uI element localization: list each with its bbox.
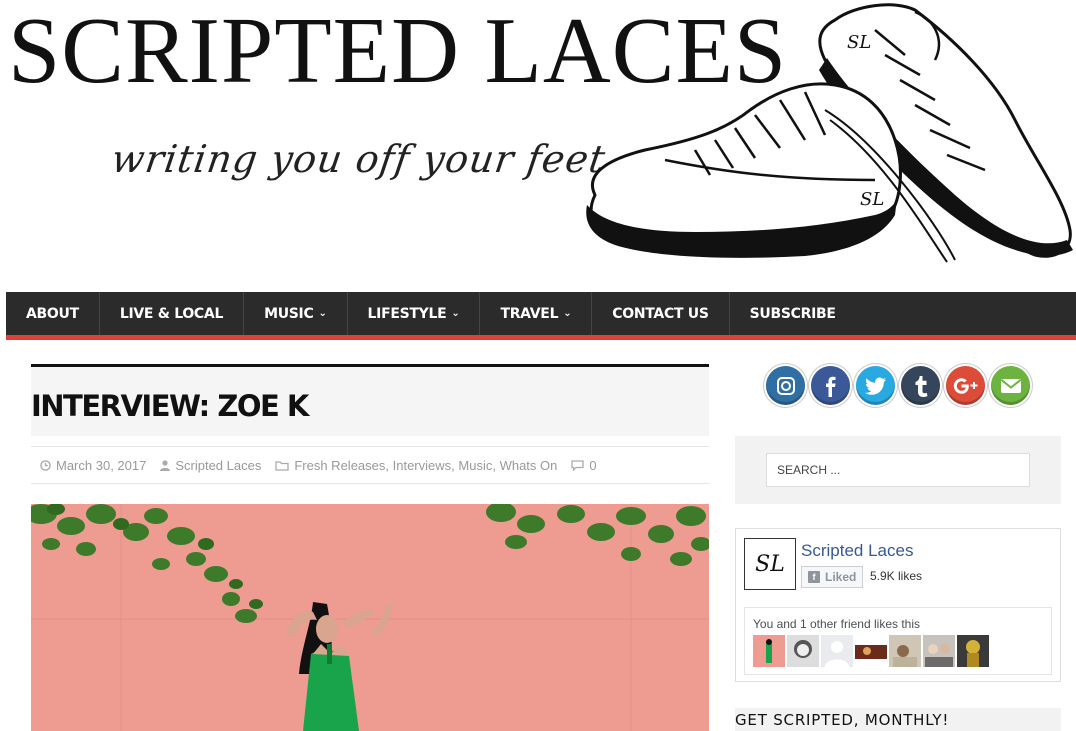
- post-header: INTERVIEW: ZOE K: [31, 364, 709, 436]
- nav-item-about[interactable]: ABOUT: [6, 292, 100, 335]
- nav-item-contact-us[interactable]: CONTACT US: [592, 292, 730, 335]
- facebook-page-widget: SL Scripted Laces f Liked 5.9K likes You…: [735, 528, 1061, 682]
- email-icon[interactable]: [991, 366, 1030, 405]
- nav-item-subscribe[interactable]: SUBSCRIBE: [730, 292, 856, 335]
- fb-friends-text: You and 1 other friend likes this: [753, 617, 920, 631]
- user-icon: [160, 459, 171, 471]
- comment-count[interactable]: 0: [589, 458, 596, 473]
- friend-avatars: [753, 635, 989, 667]
- newsletter-widget: GET SCRIPTED, MONTHLY!: [735, 708, 1061, 731]
- svg-text:SL: SL: [847, 32, 871, 53]
- chevron-down-icon: ⌄: [451, 308, 460, 319]
- category-link[interactable]: Whats On: [500, 458, 558, 473]
- fb-liked-label: Liked: [825, 570, 857, 584]
- main-nav: ABOUT LIVE & LOCAL MUSIC ⌄ LIFESTYLE ⌄ TRA…: [6, 292, 1076, 340]
- svg-text:SL: SL: [860, 189, 884, 210]
- folder-icon: [275, 460, 289, 471]
- post-categories: Fresh Releases, Interviews, Music, Whats…: [275, 458, 557, 473]
- fb-page-name[interactable]: Scripted Laces: [801, 541, 913, 561]
- fb-friends-panel: You and 1 other friend likes this: [744, 607, 1052, 675]
- nav-item-label: CONTACT US: [612, 305, 709, 322]
- site-tagline: writing you off your feet: [108, 137, 609, 181]
- avatar[interactable]: [957, 635, 989, 667]
- fb-page-logo[interactable]: SL: [744, 538, 796, 590]
- chevron-down-icon: ⌄: [563, 308, 572, 319]
- fb-liked-button[interactable]: f Liked: [801, 566, 863, 588]
- social-icons: [766, 366, 1030, 405]
- nav-item-lifestyle[interactable]: LIFESTYLE ⌄: [348, 292, 481, 335]
- post-date-text: March 30, 2017: [56, 457, 147, 473]
- nav-item-label: TRAVEL: [500, 305, 559, 322]
- author-link[interactable]: Scripted Laces: [175, 458, 261, 473]
- search-widget: SEARCH ...: [735, 436, 1061, 504]
- comment-icon: [571, 459, 585, 471]
- nav-item-label: ABOUT: [26, 305, 79, 322]
- nav-item-label: LIFESTYLE: [367, 305, 447, 322]
- avatar[interactable]: [889, 635, 921, 667]
- category-link[interactable]: Music: [458, 458, 492, 473]
- site-header: SCRIPTED LACES writing you off your feet…: [0, 0, 1076, 292]
- tumblr-icon[interactable]: [901, 366, 940, 405]
- search-input[interactable]: SEARCH ...: [766, 453, 1030, 487]
- nav-item-music[interactable]: MUSIC ⌄: [244, 292, 348, 335]
- google-plus-icon[interactable]: [946, 366, 985, 405]
- avatar[interactable]: [855, 635, 887, 667]
- chevron-down-icon: ⌄: [318, 308, 327, 319]
- featured-photo: [31, 504, 709, 731]
- sneakers-illustration: SL SL: [586, 3, 1073, 263]
- avatar[interactable]: [753, 635, 785, 667]
- instagram-icon[interactable]: [766, 366, 805, 405]
- nav-item-travel[interactable]: TRAVEL ⌄: [480, 292, 593, 335]
- post-author[interactable]: Scripted Laces: [160, 458, 261, 473]
- nav-item-label: MUSIC: [264, 305, 314, 322]
- featured-image: [31, 504, 709, 731]
- clock-icon: [40, 459, 51, 471]
- category-link[interactable]: Interviews: [393, 458, 452, 473]
- nav-item-live-local[interactable]: LIVE & LOCAL: [100, 292, 245, 335]
- post-title: INTERVIEW: ZOE K: [31, 389, 309, 423]
- newsletter-title: GET SCRIPTED, MONTHLY!: [735, 711, 950, 729]
- facebook-f-icon: f: [808, 571, 820, 583]
- post-comments[interactable]: 0: [571, 458, 597, 473]
- fb-like-count: 5.9K likes: [870, 569, 923, 583]
- nav-item-label: LIVE & LOCAL: [119, 305, 224, 322]
- facebook-icon[interactable]: [811, 366, 850, 405]
- avatar[interactable]: [923, 635, 955, 667]
- post-meta: March 30, 2017 Scripted Laces Fresh Rele…: [31, 446, 709, 484]
- avatar[interactable]: [821, 635, 853, 667]
- post-date: March 30, 2017: [40, 458, 146, 473]
- avatar[interactable]: [787, 635, 819, 667]
- twitter-icon[interactable]: [856, 366, 895, 405]
- category-link[interactable]: Fresh Releases: [294, 458, 385, 473]
- nav-item-label: SUBSCRIBE: [749, 305, 836, 322]
